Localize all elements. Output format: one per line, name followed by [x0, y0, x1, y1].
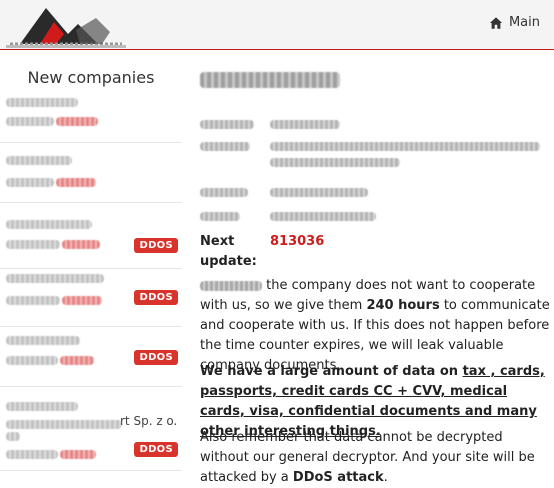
company-list-item[interactable] [0, 144, 182, 203]
company-site-blurred [6, 178, 54, 187]
company-name-blurred [6, 336, 80, 345]
info-label-blurred [200, 120, 254, 129]
info-value-blurred [270, 212, 376, 221]
nav-main-link[interactable]: Main [489, 15, 540, 30]
company-name-tail: rt Sp. z o. [120, 414, 178, 428]
company-name-blurred [6, 402, 78, 411]
company-name-blurred [6, 98, 78, 107]
company-country-blurred [60, 356, 94, 365]
info-value-blurred [270, 188, 368, 197]
company-list-item[interactable]: rt Sp. z o. DDOS [0, 386, 182, 471]
info-label-blurred [200, 142, 250, 151]
company-country-blurred [60, 450, 96, 459]
ddos-badge: DDOS [134, 350, 178, 365]
company-name-blurred [200, 280, 262, 291]
company-name-blurred [6, 420, 122, 429]
warning-paragraph: the company does not want to cooperate w… [200, 278, 550, 373]
company-country-blurred [56, 178, 96, 187]
company-list-item[interactable]: DDOS [0, 208, 182, 269]
company-country-blurred [62, 296, 102, 305]
logo[interactable] [6, 4, 126, 48]
home-icon [489, 16, 503, 29]
sidebar: New companies DDOS DDOS DDOS rt Sp. z o. [0, 50, 182, 479]
company-site-blurred [6, 296, 60, 305]
info-value-blurred [270, 158, 400, 167]
info-value-blurred [270, 120, 340, 129]
company-site-blurred [6, 450, 58, 459]
company-name-blurred [6, 274, 104, 283]
info-label-blurred [200, 212, 240, 221]
company-name-blurred [6, 220, 92, 229]
top-header: Main [0, 0, 554, 50]
company-site-blurred [6, 117, 54, 126]
ddos-badge: DDOS [134, 290, 178, 305]
company-list-item[interactable]: DDOS [0, 268, 182, 327]
company-country-blurred [56, 117, 98, 126]
info-label-blurred [200, 188, 248, 197]
company-list-item[interactable]: DDOS [0, 328, 182, 387]
ddos-warning-paragraph: Also remember that data cannot be decryp… [200, 430, 535, 485]
company-site-blurred [6, 240, 60, 249]
info-value-blurred [270, 142, 540, 151]
company-list-item[interactable] [0, 92, 182, 143]
company-site-blurred [6, 356, 58, 365]
next-update-label: Next update: [200, 234, 257, 269]
sidebar-title: New companies [27, 68, 155, 87]
next-update-counter: 813036 [270, 234, 325, 249]
company-country-blurred [62, 240, 100, 249]
nav-main-label: Main [508, 15, 540, 30]
company-name-blurred [6, 156, 72, 165]
ddos-badge: DDOS [134, 442, 178, 457]
deadline-hours: 240 hours [366, 298, 440, 313]
company-name-blurred [6, 432, 20, 441]
ddos-badge: DDOS [134, 238, 178, 253]
company-detail: Next update: 813036 the company does not… [196, 50, 554, 485]
company-title-blurred [200, 72, 340, 88]
